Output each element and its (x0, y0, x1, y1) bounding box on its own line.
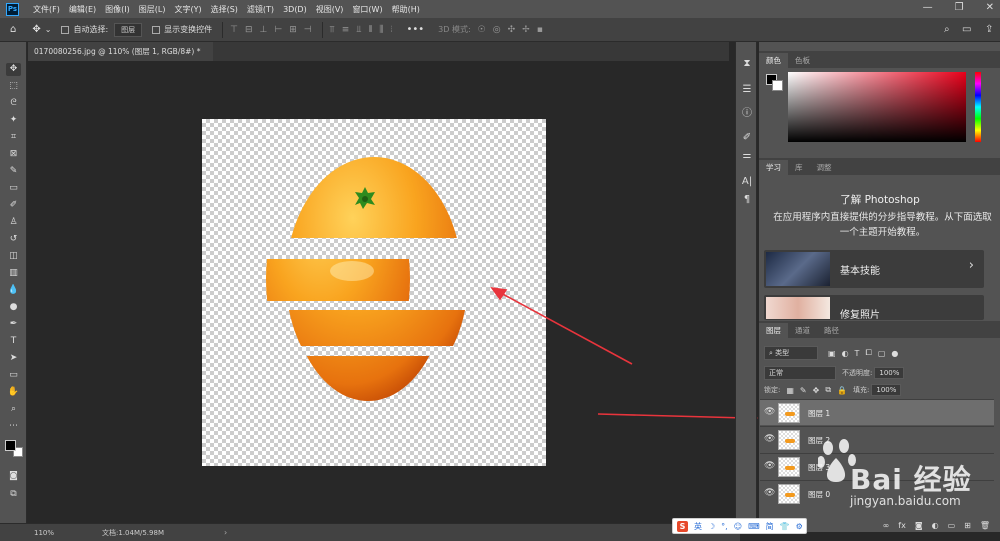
filter-toggle-icon[interactable]: ● (891, 349, 898, 358)
fill-label: 填充: (853, 386, 870, 394)
info-icon[interactable]: ⓘ (740, 104, 754, 119)
input-method-toolbar: S 英 ☽ °, ☺ ⌨ 简 👕 ⚙ (672, 518, 807, 534)
new-group-icon[interactable]: ▭ (948, 521, 956, 530)
ime-simplified-toggle[interactable]: 简 (766, 521, 774, 532)
history-icon[interactable]: ⧗ (740, 58, 754, 72)
filter-shape-icon[interactable]: ⧠ (865, 348, 871, 358)
document-size: 文档:1.04M/5.98M (102, 528, 164, 537)
layer-filter-row: ⌕ 类型 ▣ ◐ T ⧠ ▢ ● (760, 346, 1000, 360)
chevron-right-icon[interactable]: › (224, 528, 227, 537)
blend-mode-dropdown[interactable]: 正常 (764, 366, 836, 380)
hue-slider[interactable] (975, 72, 981, 142)
filter-type-icon[interactable]: T (855, 349, 860, 358)
blend-mode-row: 正常 不透明度: 100% (760, 366, 1000, 380)
layer-thumbnail (778, 403, 800, 423)
learn-title: 了解 Photoshop (840, 194, 920, 206)
adjustment-layer-icon[interactable]: ◐ (932, 521, 939, 530)
fill-input[interactable]: 100% (871, 384, 902, 396)
sogou-logo[interactable]: S (677, 520, 688, 532)
tab-libraries[interactable]: 库 (788, 160, 810, 175)
lock-label: 锁定: (764, 386, 781, 394)
ime-halfwidth-icon[interactable]: ☽ (708, 522, 715, 531)
arrow-to-canvas (498, 291, 633, 365)
background-color-chip[interactable] (772, 80, 783, 91)
arrow-head-canvas (490, 286, 508, 301)
layer-thumbnail (778, 484, 800, 504)
lock-position-icon[interactable]: ✥ (813, 386, 820, 395)
learn-panel-tabs: 学习 库 调整 (759, 158, 1000, 175)
tab-channels[interactable]: 通道 (788, 323, 817, 338)
layer-name[interactable]: 图层 0 (808, 489, 830, 500)
tab-learn[interactable]: 学习 (759, 160, 788, 175)
opacity-label: 不透明度: (842, 369, 873, 377)
layer-thumbnail (778, 457, 800, 477)
tab-color[interactable]: 颜色 (759, 53, 788, 68)
adjustments-icon[interactable]: ⚌ (740, 150, 754, 164)
watermark-text: Bai 经验 (850, 463, 972, 496)
eye-icon[interactable]: 👁 (764, 461, 775, 471)
status-bar: 110% 文档:1.04M/5.98M › (0, 523, 740, 541)
eye-icon[interactable]: 👁 (764, 407, 775, 417)
learn-card-fix-photo[interactable]: 修复照片 (764, 295, 984, 321)
ime-skin-icon[interactable]: 👕 (780, 522, 790, 531)
layer-mask-icon[interactable]: ◙ (915, 521, 923, 530)
paragraph-icon[interactable]: ¶ (740, 194, 754, 208)
filter-smart-object-icon[interactable]: ▢ (878, 349, 886, 358)
color-picker-field[interactable] (788, 72, 966, 142)
layer-style-icon[interactable]: fx (898, 521, 906, 530)
ime-settings-icon[interactable]: ⚙ (796, 522, 803, 531)
ime-keyboard-icon[interactable]: ⌨ (748, 522, 760, 531)
opacity-input[interactable]: 100% (874, 367, 905, 379)
tab-paths[interactable]: 路径 (817, 323, 846, 338)
link-layers-icon[interactable]: ∞ (883, 521, 890, 530)
properties-icon[interactable]: ☰ (740, 84, 754, 98)
tab-swatches[interactable]: 色板 (788, 53, 817, 68)
chevron-right-icon: › (968, 258, 974, 273)
eye-icon[interactable]: 👁 (764, 434, 775, 444)
layer-row[interactable]: 👁 图层 1 (760, 399, 994, 425)
character-icon[interactable]: A| (740, 176, 754, 190)
lock-artboard-icon[interactable]: ⧉ (825, 385, 831, 395)
lock-transparency-icon[interactable]: ▦ (786, 386, 794, 395)
watermark-url: jingyan.baidu.com (850, 494, 961, 508)
eye-icon[interactable]: 👁 (764, 488, 775, 498)
learn-description: 在应用程序内直接提供的分步指导教程。从下面选取一个主题开始教程。 (773, 212, 992, 238)
layers-panel-tabs: 图层 通道 路径 (759, 321, 1000, 338)
color-panel-tabs: 颜色 色板 (759, 51, 1000, 68)
ime-language-toggle[interactable]: 英 (694, 521, 702, 532)
tab-adjustments[interactable]: 调整 (810, 160, 839, 175)
filter-adjustment-icon[interactable]: ◐ (842, 349, 849, 358)
learn-card-basic-skills[interactable]: 基本技能 › (764, 250, 984, 288)
arrow-to-layer (597, 413, 747, 419)
layer-thumbnail (778, 430, 800, 450)
layer-row[interactable]: 👁 图层 2 (760, 426, 994, 452)
layer-name[interactable]: 图层 1 (808, 408, 830, 419)
lock-row: 锁定: ▦ ✎ ✥ ⧉ 🔒 填充: 100% (760, 384, 1000, 396)
delete-layer-icon[interactable]: 🗑 (980, 521, 990, 530)
collapsed-panels-dock: ⧗ ☰ ⓘ ✐ ⚌ A| ¶ (735, 42, 757, 532)
learn-card-thumbnail (766, 297, 830, 319)
layer-filter-dropdown[interactable]: ⌕ 类型 (764, 346, 818, 360)
lock-pixels-icon[interactable]: ✎ (800, 386, 807, 395)
learn-card-thumbnail (766, 252, 830, 286)
lock-all-icon[interactable]: 🔒 (837, 386, 847, 395)
zoom-level[interactable]: 110% (34, 529, 54, 537)
ime-punctuation-icon[interactable]: °, (721, 522, 728, 531)
learn-card-label: 修复照片 (840, 310, 880, 321)
new-layer-icon[interactable]: ⊞ (964, 521, 971, 530)
brush-settings-icon[interactable]: ✐ (740, 132, 754, 146)
filter-pixel-icon[interactable]: ▣ (828, 349, 836, 358)
tab-layers[interactable]: 图层 (759, 323, 788, 338)
ime-emoji-icon[interactable]: ☺ (734, 522, 742, 531)
learn-card-label: 基本技能 (840, 266, 880, 277)
